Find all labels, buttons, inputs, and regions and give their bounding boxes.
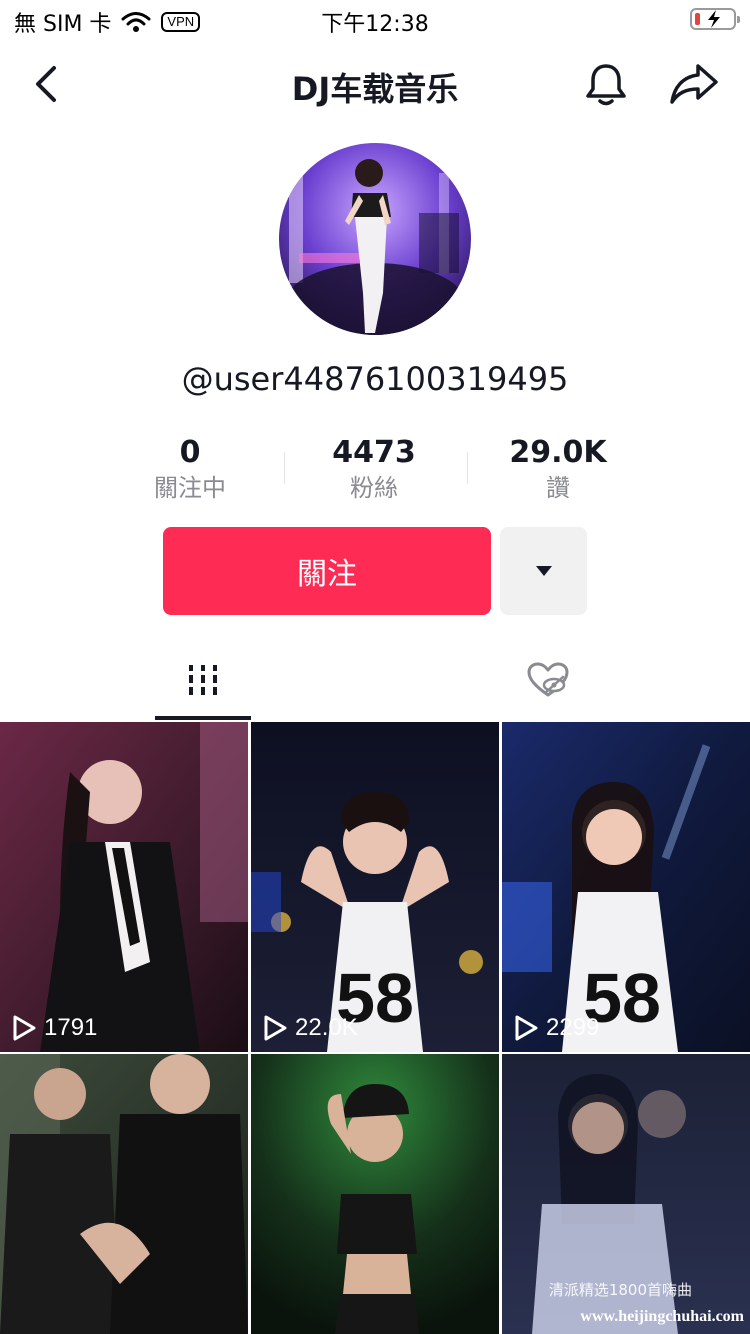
stat-following-label: 關注中 bbox=[154, 474, 226, 502]
follow-button-label: 關注 bbox=[297, 557, 357, 592]
stat-followers-value: 4473 bbox=[332, 435, 416, 470]
top-nav-bar: DJ车载音乐 bbox=[0, 50, 750, 120]
play-icon bbox=[264, 1015, 287, 1041]
username: @user44876100319495 bbox=[181, 360, 569, 398]
view-count-value: 1791 bbox=[44, 1014, 98, 1041]
battery-charging-icon bbox=[690, 8, 740, 30]
bell-icon[interactable] bbox=[582, 60, 630, 108]
avatar[interactable] bbox=[279, 143, 471, 335]
watermark-caption: 清派精选1800首嗨曲 bbox=[548, 1281, 692, 1299]
tab-active-indicator bbox=[155, 716, 251, 720]
tab-liked[interactable] bbox=[500, 640, 596, 720]
liked-heart-hidden-icon bbox=[527, 662, 569, 697]
play-icon bbox=[13, 1015, 36, 1041]
stat-followers[interactable]: 4473 粉絲 bbox=[284, 434, 464, 504]
view-count: 2299 bbox=[514, 1014, 599, 1042]
video-thumbnail bbox=[0, 1054, 248, 1334]
status-bar: 無 SIM 卡 VPN 下午12:38 bbox=[0, 0, 750, 40]
stat-likes[interactable]: 29.0K 讚 bbox=[468, 434, 648, 504]
play-icon bbox=[515, 1015, 538, 1041]
stat-likes-label: 讚 bbox=[546, 474, 570, 502]
view-count: 22.0K bbox=[263, 1014, 358, 1042]
videos-grid-icon bbox=[189, 665, 217, 695]
view-count-value: 22.0K bbox=[295, 1014, 358, 1041]
tab-videos[interactable] bbox=[155, 640, 251, 720]
video-thumbnail: 58 bbox=[502, 722, 750, 1052]
stat-likes-value: 29.0K bbox=[509, 435, 607, 470]
suggested-accounts-button[interactable] bbox=[500, 527, 587, 615]
avatar-image bbox=[279, 143, 471, 335]
video-tile[interactable] bbox=[0, 1054, 248, 1334]
watermark-url: www.heijingchuhai.com bbox=[580, 1308, 744, 1325]
stat-following-value: 0 bbox=[179, 435, 201, 470]
video-tile[interactable]: 清派精选1800首嗨曲 bbox=[502, 1054, 750, 1334]
video-thumbnail bbox=[0, 722, 248, 1052]
page-title: DJ车载音乐 bbox=[291, 70, 459, 108]
status-time: 下午12:38 bbox=[321, 12, 429, 37]
video-tile[interactable]: 58 22.0K bbox=[251, 722, 499, 1052]
video-tile[interactable] bbox=[251, 1054, 499, 1334]
stat-followers-label: 粉絲 bbox=[350, 474, 398, 502]
view-count: 1791 bbox=[12, 1014, 97, 1042]
follow-button[interactable]: 關注 bbox=[163, 527, 491, 615]
video-tile[interactable]: 58 2299 bbox=[502, 722, 750, 1052]
video-thumbnail: 58 bbox=[251, 722, 499, 1052]
caret-down-icon bbox=[535, 566, 552, 576]
share-icon[interactable] bbox=[668, 60, 720, 108]
video-tile[interactable]: 1791 bbox=[0, 722, 248, 1052]
video-grid: 1791 58 22.0K 58 2299 清派精选1800首嗨曲 bbox=[0, 722, 750, 1334]
view-count-value: 2299 bbox=[546, 1014, 600, 1041]
stat-following[interactable]: 0 關注中 bbox=[100, 434, 280, 504]
video-thumbnail bbox=[251, 1054, 499, 1334]
